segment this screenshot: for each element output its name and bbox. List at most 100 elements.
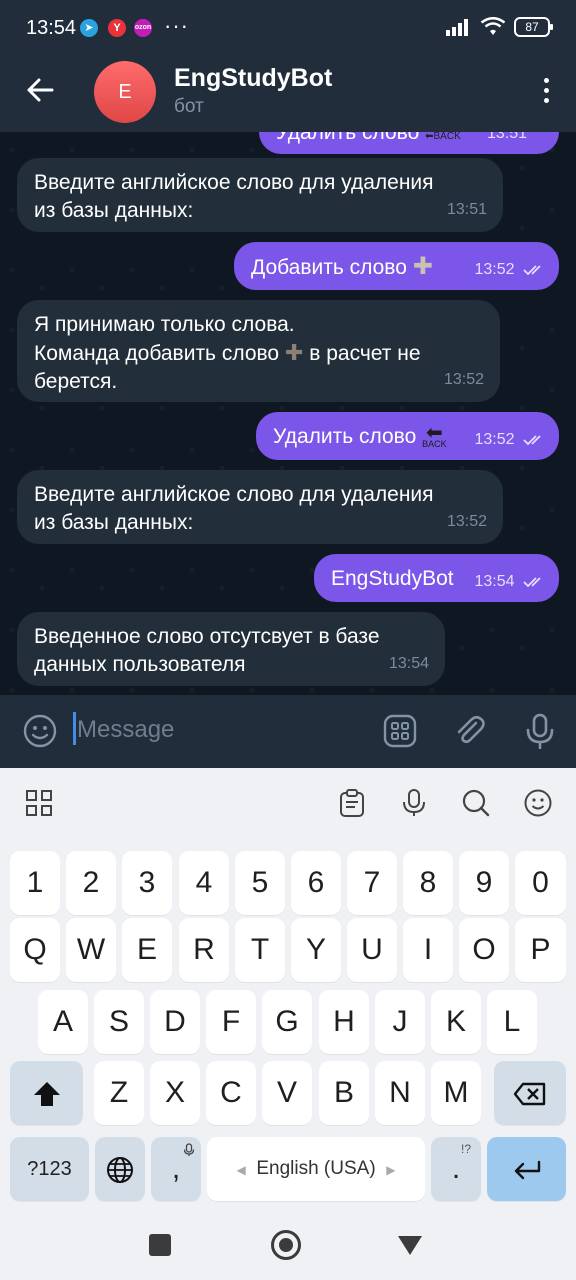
space-bar[interactable]: ◀ English (USA) ▶	[207, 1137, 425, 1201]
back-emoji-icon: ⬅BACK	[422, 421, 447, 449]
chat-title[interactable]: EngStudyBot	[174, 64, 332, 93]
key-b[interactable]: B	[319, 1061, 369, 1125]
back-nav-icon[interactable]	[396, 1234, 424, 1256]
key-w[interactable]: W	[66, 918, 116, 982]
attach-icon[interactable]	[452, 713, 488, 749]
incoming-message[interactable]: Я принимаю только слова. Команда добавит…	[17, 300, 500, 402]
more-notifications-icon: ···	[164, 13, 189, 38]
incoming-message[interactable]: Введенное слово отсутсвует в базе данных…	[17, 612, 445, 686]
key-h[interactable]: H	[319, 990, 369, 1054]
shift-key[interactable]	[10, 1061, 83, 1125]
key-1[interactable]: 1	[10, 851, 60, 915]
comma-key[interactable]: ,	[151, 1137, 201, 1201]
key-g[interactable]: G	[262, 990, 312, 1054]
telegram-notification-icon: ➤	[80, 19, 98, 37]
outgoing-message[interactable]: Удалить слово ⬅BACK 13:51	[259, 132, 559, 154]
key-p[interactable]: P	[515, 918, 566, 982]
key-s[interactable]: S	[94, 990, 144, 1054]
key-j[interactable]: J	[375, 990, 425, 1054]
more-menu-icon[interactable]	[542, 78, 550, 106]
message-time: 13:52	[475, 426, 548, 454]
microphone-icon[interactable]	[522, 713, 558, 749]
search-icon[interactable]	[461, 788, 491, 818]
incoming-message[interactable]: Введите английское слово для удаления из…	[17, 470, 503, 544]
status-time: 13:54	[26, 17, 77, 39]
key-k[interactable]: K	[431, 990, 481, 1054]
key-z[interactable]: Z	[94, 1061, 144, 1125]
key-5[interactable]: 5	[235, 851, 285, 915]
key-n[interactable]: N	[375, 1061, 425, 1125]
system-nav-bar	[0, 1218, 576, 1280]
key-7[interactable]: 7	[347, 851, 397, 915]
battery-icon: 87	[514, 17, 553, 37]
key-q[interactable]: Q	[10, 918, 60, 982]
back-emoji-icon: ⬅BACK	[425, 132, 461, 142]
key-c[interactable]: C	[206, 1061, 256, 1125]
plus-emoji-icon: ✚	[412, 253, 433, 280]
key-d[interactable]: D	[150, 990, 200, 1054]
signal-icon	[446, 19, 468, 36]
back-arrow-icon[interactable]	[24, 74, 56, 106]
key-t[interactable]: T	[235, 918, 285, 982]
wifi-icon	[480, 17, 506, 35]
key-0[interactable]: 0	[515, 851, 566, 915]
chat-subtitle: бот	[174, 96, 204, 117]
message-list[interactable]: Удалить слово ⬅BACK 13:51 Введите англий…	[0, 132, 576, 695]
key-i[interactable]: I	[403, 918, 453, 982]
key-3[interactable]: 3	[122, 851, 172, 915]
clipboard-icon[interactable]	[337, 788, 367, 818]
message-time: 13:51	[446, 201, 487, 218]
key-l[interactable]: L	[487, 990, 537, 1054]
key-a[interactable]: A	[38, 990, 88, 1054]
ozon-notification-icon: ozon	[134, 19, 152, 37]
key-v[interactable]: V	[262, 1061, 312, 1125]
key-x[interactable]: X	[150, 1061, 200, 1125]
home-button[interactable]	[271, 1230, 301, 1260]
key-6[interactable]: 6	[291, 851, 341, 915]
message-input[interactable]: Message	[77, 716, 174, 744]
key-e[interactable]: E	[122, 918, 172, 982]
bot-commands-icon[interactable]	[382, 713, 418, 749]
key-f[interactable]: F	[206, 990, 256, 1054]
key-m[interactable]: M	[431, 1061, 481, 1125]
key-y[interactable]: Y	[291, 918, 341, 982]
emoji-keyboard-icon[interactable]	[523, 788, 553, 818]
key-r[interactable]: R	[179, 918, 229, 982]
text-caret	[73, 712, 76, 745]
message-time: 13:54	[475, 568, 548, 596]
symbols-key[interactable]: ?123	[10, 1137, 89, 1201]
key-2[interactable]: 2	[66, 851, 116, 915]
message-time: 13:52	[475, 256, 548, 284]
avatar[interactable]: E	[94, 61, 156, 123]
message-time: 13:54	[388, 655, 429, 672]
apps-grid-icon[interactable]	[24, 788, 54, 818]
message-time: 13:52	[446, 513, 487, 530]
message-input-bar: Message	[0, 695, 576, 768]
backspace-icon	[513, 1082, 546, 1106]
key-9[interactable]: 9	[459, 851, 509, 915]
period-key[interactable]: . !?	[431, 1137, 481, 1201]
shift-arrow-icon	[33, 1082, 60, 1107]
key-4[interactable]: 4	[179, 851, 229, 915]
yandex-notification-icon: Y	[108, 19, 126, 37]
voice-input-icon[interactable]	[399, 788, 429, 818]
emoji-icon[interactable]	[22, 713, 58, 749]
enter-icon	[514, 1160, 540, 1180]
read-ticks-icon	[523, 265, 541, 276]
key-u[interactable]: U	[347, 918, 397, 982]
backspace-key[interactable]	[494, 1061, 566, 1125]
enter-key[interactable]	[487, 1137, 566, 1201]
globe-icon	[107, 1157, 133, 1184]
plus-emoji-icon: ✚	[284, 340, 304, 365]
language-key[interactable]	[95, 1137, 145, 1201]
message-time: 13:51	[486, 132, 527, 142]
outgoing-message[interactable]: EngStudyBot 13:54	[314, 554, 559, 602]
key-8[interactable]: 8	[403, 851, 453, 915]
recents-button[interactable]	[149, 1234, 171, 1256]
outgoing-message[interactable]: Удалить слово ⬅ BACK 13:52	[256, 412, 559, 460]
key-o[interactable]: O	[459, 918, 509, 982]
incoming-message[interactable]: Введите английское слово для удаления из…	[17, 158, 503, 232]
read-ticks-icon	[523, 577, 541, 588]
outgoing-message[interactable]: Добавить слово ✚ 13:52	[234, 242, 559, 290]
mic-hint-icon	[183, 1143, 195, 1156]
